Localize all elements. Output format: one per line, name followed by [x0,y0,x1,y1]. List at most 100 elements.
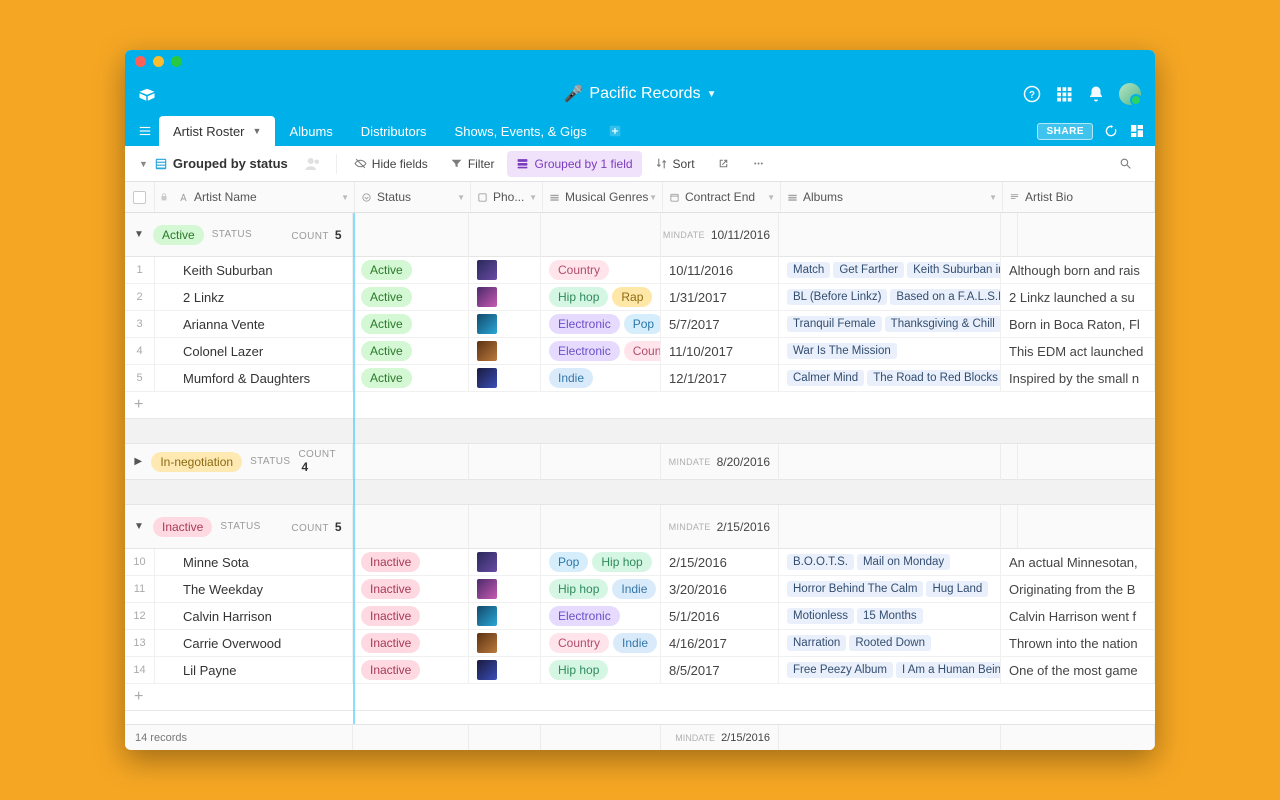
row-number[interactable]: 14 [125,657,155,683]
cell-albums[interactable]: Horror Behind The CalmHug Land [779,576,1001,602]
history-icon[interactable] [1103,123,1119,139]
group-toggle-icon[interactable]: ▼ [133,229,145,240]
row-number[interactable]: 10 [125,549,155,575]
cell-photo[interactable] [469,576,541,602]
group-toggle-icon[interactable]: ▼ [133,521,145,532]
album-chip[interactable]: Keith Suburban in [907,262,1001,278]
album-chip[interactable]: Motionless [787,608,854,624]
album-chip[interactable]: War Is The Mission [787,343,897,359]
cell-genres[interactable]: Electronic [541,603,661,629]
cell-bio[interactable]: Calvin Harrison went f [1001,603,1155,629]
table-tab[interactable]: Albums [275,116,346,146]
group-button[interactable]: Grouped by 1 field [507,151,641,177]
cell-genres[interactable]: CountryIndie [541,630,661,656]
close-window-icon[interactable] [135,56,146,67]
table-tab[interactable]: Artist Roster▼ [159,116,275,146]
cell-photo[interactable] [469,603,541,629]
cell-photo[interactable] [469,338,541,364]
cell-albums[interactable]: MatchGet FartherKeith Suburban in [779,257,1001,283]
base-title[interactable]: Pacific Records [589,85,700,103]
row-number[interactable]: 12 [125,603,155,629]
row-number[interactable]: 4 [125,338,155,364]
hide-fields-button[interactable]: Hide fields [345,151,437,177]
cell-photo[interactable] [469,365,541,391]
cell-contract-end[interactable]: 10/11/2016 [661,257,779,283]
airtable-logo-icon[interactable] [125,85,169,103]
cell-artist-name[interactable]: The Weekday [155,576,353,602]
row-number[interactable]: 1 [125,257,155,283]
table-row[interactable]: 11 The Weekday Inactive Hip hopIndie 3/2… [125,576,1155,603]
cell-photo[interactable] [469,549,541,575]
cell-contract-end[interactable]: 4/16/2017 [661,630,779,656]
cell-status[interactable]: Active [353,338,469,364]
cell-contract-end[interactable]: 3/20/2016 [661,576,779,602]
album-chip[interactable]: Horror Behind The Calm [787,581,923,597]
cell-bio[interactable]: 2 Linkz launched a su [1001,284,1155,310]
table-row[interactable]: 4 Colonel Lazer Active ElectronicCountry… [125,338,1155,365]
group-header[interactable]: ▼ Active STATUS COUNT 5 MINDATE10/11/201… [125,213,1155,257]
group-header[interactable]: ▼ Inactive STATUS COUNT 5 MINDATE2/15/20… [125,505,1155,549]
table-row[interactable]: 13 Carrie Overwood Inactive CountryIndie… [125,630,1155,657]
cell-bio[interactable]: This EDM act launched [1001,338,1155,364]
row-number[interactable]: 13 [125,630,155,656]
cell-status[interactable]: Active [353,257,469,283]
cell-contract-end[interactable]: 1/31/2017 [661,284,779,310]
table-row[interactable]: 1 Keith Suburban Active Country 10/11/20… [125,257,1155,284]
cell-status[interactable]: Active [353,284,469,310]
user-avatar[interactable] [1119,83,1141,105]
cell-artist-name[interactable]: Carrie Overwood [155,630,353,656]
cell-genres[interactable]: Hip hopIndie [541,576,661,602]
cell-bio[interactable]: Born in Boca Raton, Fl [1001,311,1155,337]
cell-bio[interactable]: Although born and rais [1001,257,1155,283]
photo-thumbnail[interactable] [477,368,497,388]
add-row-button[interactable]: + [125,392,1155,419]
album-chip[interactable]: Based on a F.A.L.S.E [890,289,1001,305]
album-chip[interactable]: Narration [787,635,846,651]
table-row[interactable]: 14 Lil Payne Inactive Hip hop 8/5/2017 F… [125,657,1155,684]
search-icon[interactable] [1110,151,1141,177]
share-view-icon[interactable] [708,151,739,177]
cell-bio[interactable]: One of the most game [1001,657,1155,683]
row-number[interactable]: 2 [125,284,155,310]
cell-albums[interactable]: War Is The Mission [779,338,1001,364]
album-chip[interactable]: Match [787,262,830,278]
cell-albums[interactable]: Motionless15 Months [779,603,1001,629]
group-toggle-icon[interactable]: ▶ [133,456,143,467]
photo-thumbnail[interactable] [477,579,497,599]
cell-genres[interactable]: ElectronicCountry [541,338,661,364]
table-row[interactable]: 12 Calvin Harrison Inactive Electronic 5… [125,603,1155,630]
table-tab[interactable]: Shows, Events, & Gigs [441,116,601,146]
cell-genres[interactable]: Indie [541,365,661,391]
apps-grid-icon[interactable] [1055,85,1073,103]
table-row[interactable]: 2 2 Linkz Active Hip hopRap 1/31/2017 BL… [125,284,1155,311]
cell-albums[interactable]: Tranquil FemaleThanksgiving & Chill [779,311,1001,337]
album-chip[interactable]: Tranquil Female [787,316,882,332]
album-chip[interactable]: Free Peezy Album [787,662,893,678]
table-row[interactable]: 3 Arianna Vente Active ElectronicPop 5/7… [125,311,1155,338]
cell-artist-name[interactable]: 2 Linkz [155,284,353,310]
col-status[interactable]: Status [377,190,411,204]
cell-artist-name[interactable]: Keith Suburban [155,257,353,283]
album-chip[interactable]: Mail on Monday [857,554,950,570]
notifications-bell-icon[interactable] [1087,85,1105,103]
cell-contract-end[interactable]: 11/10/2017 [661,338,779,364]
cell-contract-end[interactable]: 5/1/2016 [661,603,779,629]
cell-artist-name[interactable]: Lil Payne [155,657,353,683]
col-bio[interactable]: Artist Bio [1025,190,1073,204]
cell-albums[interactable]: NarrationRooted Down [779,630,1001,656]
minimize-window-icon[interactable] [153,56,164,67]
cell-contract-end[interactable]: 12/1/2017 [661,365,779,391]
cell-albums[interactable]: Free Peezy AlbumI Am a Human Being [779,657,1001,683]
photo-thumbnail[interactable] [477,660,497,680]
cell-artist-name[interactable]: Mumford & Daughters [155,365,353,391]
cell-photo[interactable] [469,284,541,310]
cell-photo[interactable] [469,630,541,656]
cell-albums[interactable]: B.O.O.T.S.Mail on Monday [779,549,1001,575]
cell-genres[interactable]: PopHip hop [541,549,661,575]
blocks-icon[interactable] [1129,123,1145,139]
album-chip[interactable]: BL (Before Linkz) [787,289,887,305]
cell-status[interactable]: Inactive [353,603,469,629]
col-albums[interactable]: Albums [803,190,843,204]
cell-bio[interactable]: Inspired by the small n [1001,365,1155,391]
table-body[interactable]: ▼ Active STATUS COUNT 5 MINDATE10/11/201… [125,213,1155,724]
